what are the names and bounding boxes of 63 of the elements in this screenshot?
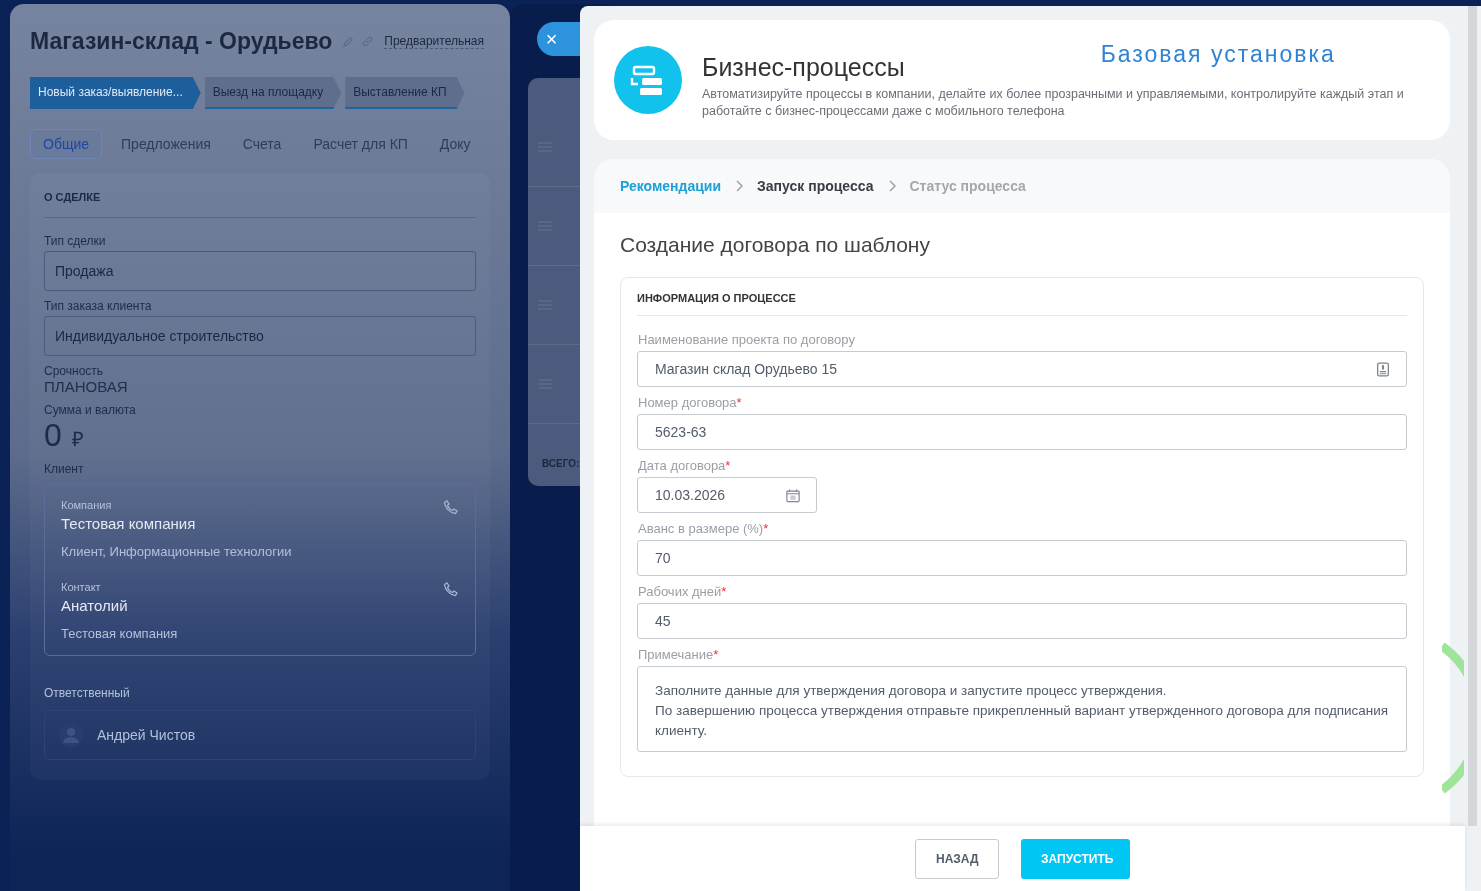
- action-button[interactable]: НАЗАД: [915, 838, 999, 879]
- client-details: Клиент, Информационные технологии: [61, 544, 292, 559]
- client-name[interactable]: Анатолий: [61, 597, 178, 614]
- field-label: Сумма и валюта: [44, 403, 137, 417]
- scrollbar[interactable]: [1468, 6, 1477, 826]
- section-title: ИНФОРМАЦИЯ О ПРОЦЕССЕ: [637, 292, 1407, 316]
- breadcrumb-step[interactable]: Статус процесса: [909, 178, 1026, 194]
- field-label: Ответственный: [44, 686, 131, 700]
- responsible-name[interactable]: Андрей Чистов: [97, 727, 196, 743]
- field-label: Тип заказа клиента: [44, 299, 153, 313]
- breadcrumb-step[interactable]: Рекомендации: [620, 178, 722, 194]
- stage-step[interactable]: Новый заказ/выявление...: [30, 77, 201, 109]
- panel-title: Бизнес-процессы: [702, 52, 905, 82]
- currency-sign: ₽: [71, 427, 84, 452]
- input-field[interactable]: 45: [637, 603, 1407, 639]
- select-field[interactable]: Индивидуальное строительство: [44, 316, 476, 356]
- entry-label: Компания: [61, 499, 113, 511]
- section-title: О СДЕЛКЕ: [44, 187, 476, 218]
- total-label: ВСЕГО:: [542, 458, 580, 469]
- textarea-field[interactable]: Заполните данные для утверждения договора и запустите процесс утверждения. По завершению процесса утверждения отправьте прикрепленный вариант утвержденного договора для подписания клиенту.: [637, 666, 1407, 752]
- field-label: Тип сделки: [44, 234, 107, 248]
- pencil-icon[interactable]: [342, 35, 356, 48]
- panel-description: Автоматизируйте процессы в компании, делайте их более прозрачными и управляемыми, контролируйте каждый этап и работайте с бизнес-процессами даже с мобильного телефона: [702, 85, 1405, 120]
- tab[interactable]: Счета: [229, 129, 295, 159]
- field-label: Клиент: [44, 462, 85, 476]
- client-details: Тестовая компания: [61, 626, 178, 641]
- field-label: Рабочих дней*: [638, 584, 728, 599]
- field-label: Аванс в размере (%)*: [638, 521, 770, 536]
- amount-value: 0: [44, 417, 62, 454]
- date-field[interactable]: 10.03.2026: [637, 477, 817, 513]
- input-field[interactable]: Магазин склад Орудьево 15: [637, 351, 1407, 387]
- document-icon[interactable]: [1376, 361, 1390, 377]
- tab[interactable]: Доку: [426, 129, 484, 159]
- tab[interactable]: Предложения: [108, 129, 224, 159]
- field-label: Срочность: [44, 364, 105, 378]
- client-name[interactable]: Тестовая компания: [61, 515, 292, 532]
- input-field[interactable]: 5623-63: [637, 414, 1407, 450]
- status-link[interactable]: Предварительная: [384, 34, 484, 49]
- form-title: Создание договора по шаблону: [620, 233, 931, 257]
- field-label: Наименование проекта по договору: [638, 332, 856, 347]
- process-blocks-icon: [614, 46, 682, 114]
- phone-icon[interactable]: [443, 499, 459, 515]
- stage-step[interactable]: Выезд на площадку: [204, 77, 342, 109]
- stage-step[interactable]: Выставление КП: [345, 77, 465, 109]
- field-label: Номер договора*: [638, 395, 743, 410]
- action-button[interactable]: ЗАПУСТИТЬ: [1021, 838, 1130, 879]
- entry-label: Контакт: [61, 581, 102, 593]
- phone-icon[interactable]: [443, 581, 459, 597]
- field-label: Примечание*: [638, 647, 720, 662]
- select-field[interactable]: Продажа: [44, 251, 476, 291]
- edition-label: Базовая установка: [1100, 40, 1336, 68]
- chevron-icon: [887, 180, 896, 192]
- field-value: ПЛАНОВАЯ: [44, 378, 129, 395]
- field-label: Дата договора*: [638, 458, 732, 473]
- calendar-icon[interactable]: [786, 487, 800, 503]
- tab[interactable]: Расчет для КП: [300, 129, 421, 159]
- tab[interactable]: Общие: [30, 129, 103, 159]
- breadcrumb-step[interactable]: Запуск процесса: [757, 178, 874, 194]
- input-field[interactable]: 70: [637, 540, 1407, 576]
- deal-title: Магазин-склад - Орудьево: [30, 28, 333, 55]
- close-button[interactable]: ×: [537, 22, 580, 56]
- link-icon[interactable]: [361, 35, 375, 48]
- chevron-icon: [735, 180, 744, 192]
